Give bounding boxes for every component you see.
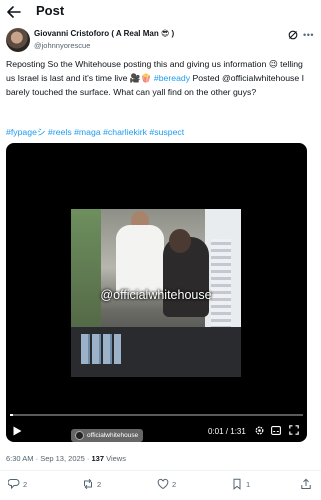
repost-count: 2 <box>97 479 102 489</box>
repost-button[interactable]: 2 <box>82 476 101 492</box>
video-scene-person <box>116 225 164 295</box>
captions-icon[interactable] <box>271 426 281 435</box>
duration: 1:31 <box>230 427 246 436</box>
author-handle[interactable]: @johnnyorescue <box>34 41 90 50</box>
post-time[interactable]: 6:30 AM <box>6 454 34 463</box>
play-icon[interactable] <box>13 426 22 436</box>
views-count: 137 <box>91 454 105 463</box>
reply-button[interactable]: 2 <box>8 476 27 492</box>
like-icon <box>157 478 169 490</box>
video-frame[interactable]: @officialwhitehouse <box>71 209 241 377</box>
hashtag-list[interactable]: #fypageシ #reels #maga #charliekirk #susp… <box>6 125 314 138</box>
post-text: Reposting So the Whitehouse posting this… <box>6 57 314 99</box>
source-badge[interactable]: officialwhitehouse <box>71 429 144 442</box>
time-readout: 0:01 / 1:31 <box>208 427 246 436</box>
bookmark-button[interactable]: 1 <box>231 476 250 492</box>
like-button[interactable]: 2 <box>157 476 176 492</box>
current-time: 0:01 <box>208 427 224 436</box>
source-avatar-icon <box>75 431 84 440</box>
reply-count: 2 <box>23 479 28 489</box>
avatar[interactable] <box>6 28 30 52</box>
fullscreen-icon[interactable] <box>289 425 299 435</box>
bookmark-icon <box>233 478 241 490</box>
hashtag-link-beready[interactable]: #beready <box>154 73 190 83</box>
bookmark-count: 1 <box>246 479 251 489</box>
share-button[interactable] <box>300 476 312 492</box>
video-scene-hair <box>169 229 191 253</box>
author-name[interactable]: Giovanni Cristoforo ( A Real Man 😎 ) <box>34 29 174 38</box>
divider <box>0 470 321 471</box>
share-icon <box>301 478 311 489</box>
repost-icon <box>84 478 92 490</box>
back-arrow-icon[interactable] <box>7 6 21 18</box>
top-bar: Post <box>0 0 321 24</box>
like-count: 2 <box>172 479 177 489</box>
action-bar: 2 2 2 1 <box>0 476 321 494</box>
settings-icon[interactable] <box>254 425 265 436</box>
video-player[interactable]: @officialwhitehouse officialwhitehouse 0… <box>6 143 307 442</box>
grok-icon[interactable] <box>288 30 298 40</box>
source-badge-label: officialwhitehouse <box>87 432 139 439</box>
video-progress-bar[interactable] <box>10 414 303 416</box>
meta-sep-2: · <box>84 454 92 463</box>
video-progress-fill <box>10 414 14 416</box>
more-icon[interactable]: ••• <box>303 30 314 40</box>
post-date[interactable]: Sep 13, 2025 <box>40 454 85 463</box>
video-scene-bottles <box>81 334 121 364</box>
author-row: Giovanni Cristoforo ( A Real Man 😎 ) @jo… <box>6 28 316 54</box>
page-title: Post <box>36 3 65 18</box>
video-watermark: @officialwhitehouse <box>100 288 212 302</box>
post-meta: 6:30 AM · Sep 13, 2025 · 137 Views <box>6 454 126 463</box>
reply-icon <box>8 479 20 490</box>
views-label: Views <box>104 454 126 463</box>
